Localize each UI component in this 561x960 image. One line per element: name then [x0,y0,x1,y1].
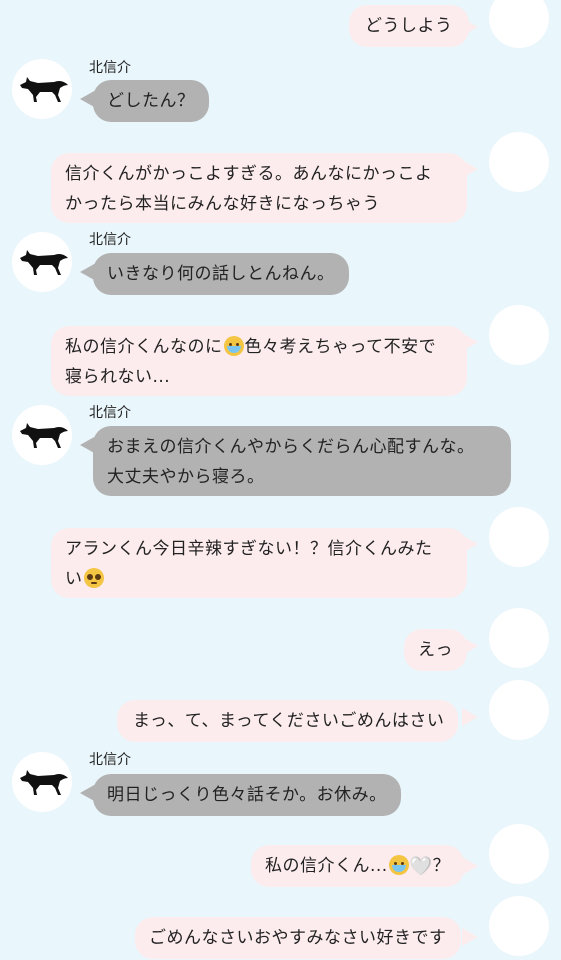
message-bubble-received[interactable]: おまえの信介くんやからくだらん心配すんな。 大丈夫やから寝ろ。 [93,426,511,496]
message-text: どしたん？ [107,91,195,111]
message-text: まっ、て、まってくださいごめんはさい [133,711,445,731]
my-avatar[interactable] [489,0,549,48]
message-bubble-sent[interactable]: えっ [404,629,467,671]
message-text-part: ？ [432,856,451,876]
message-bubble-received[interactable]: どしたん？ [93,80,209,122]
message-text-line: おまえの信介くんやからくだらん心配すんな。 [107,437,475,457]
message-text-line: い [65,564,453,594]
my-avatar[interactable] [489,132,549,192]
sender-name: 北信介 [89,752,131,768]
message-bubble-sent[interactable]: ごめんなさいおやすみなさい好きです [135,917,461,959]
message-text: どうしよう [365,16,453,36]
sender-name: 北信介 [89,60,131,76]
message-text: えっ [418,640,453,660]
my-avatar[interactable] [489,896,549,956]
my-avatar[interactable] [489,305,549,365]
sender-name: 北信介 [89,232,131,248]
my-avatar[interactable] [489,824,549,884]
message-text: ごめんなさいおやすみなさい好きです [149,928,447,948]
message-bubble-sent[interactable]: まっ、て、まってくださいごめんはさい [117,700,459,742]
message-text-part: い [65,569,83,589]
message-text-line: 大丈夫やから寝ろ。 [107,467,265,487]
sender-name: 北信介 [89,405,131,421]
message-text-part: 私の信介くんなのに [65,337,223,357]
bubble-tail [462,708,478,726]
message-bubble-received[interactable]: 明日じっくり色々話そか。お休み。 [93,774,401,816]
message-text-line: かったら本当にみんな好きになっちゃう [65,194,380,214]
fox-avatar[interactable] [12,232,72,292]
bubble-tail [462,857,478,875]
fox-avatar[interactable] [12,405,72,465]
message-text-part: 私の信介くん... [265,856,388,876]
my-avatar[interactable] [489,507,549,567]
message-bubble-sent[interactable]: 信介くんがかっこよすぎる。あんなにかっこよ かったら本当にみんな好きになっちゃう [51,153,467,223]
message-text-part: 色々考えちゃって不安で [244,337,437,357]
message-text-line: 寝られない... [65,367,171,387]
message-bubble-sent[interactable]: 私の信介くんなのに 色々考えちゃって不安で 寝られない... [51,326,467,396]
message-text: いきなり何の話しとんねん。 [107,264,335,284]
message-text-line: アランくん今日辛辣すぎない！？信介くんみた [65,539,433,559]
message-bubble-sent[interactable]: どうしよう [349,5,469,47]
fox-icon [20,423,68,448]
fox-avatar[interactable] [12,59,72,119]
my-avatar[interactable] [489,608,549,668]
message-text-line: 私の信介くんなのに 色々考えちゃって不安で [65,332,453,362]
fox-avatar[interactable] [12,752,72,812]
message-text: 明日じっくり色々話そか。お休み。 [107,785,387,805]
crying-face-icon [388,855,409,875]
fox-icon [20,250,68,275]
message-bubble-sent[interactable]: 私の信介くん... 🤍？ [251,845,465,887]
crying-face-icon [223,336,244,356]
my-avatar[interactable] [489,680,549,740]
message-bubble-received[interactable]: いきなり何の話しとんねん。 [93,253,349,295]
pleading-face-icon [83,568,104,588]
bubble-tail [462,928,478,946]
message-bubble-sent[interactable]: アランくん今日辛辣すぎない！？信介くんみた い [51,528,467,598]
fox-icon [20,77,68,102]
message-text-line: 信介くんがかっこよすぎる。あんなにかっこよ [65,164,433,184]
white-heart-icon: 🤍 [409,856,433,877]
fox-icon [20,770,68,795]
